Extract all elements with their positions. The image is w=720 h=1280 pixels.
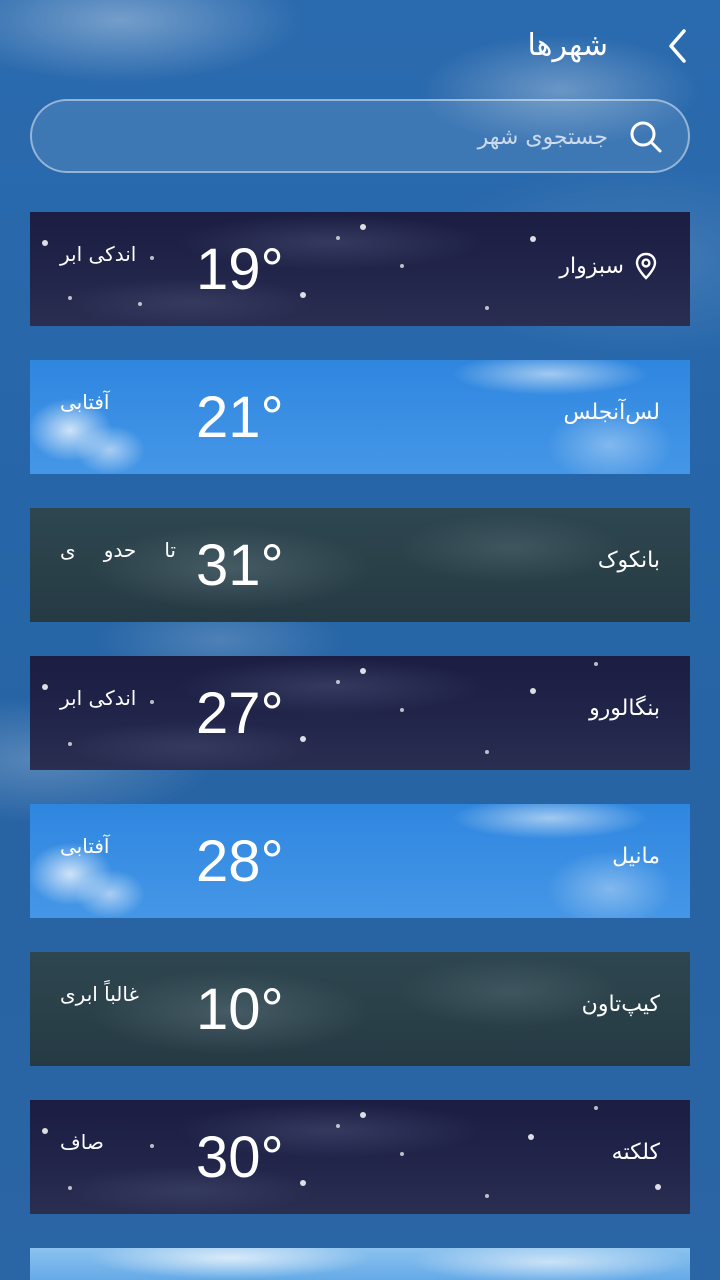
city-name-label: سبزوار [559, 253, 624, 279]
city-name: مانیل [612, 844, 660, 869]
city-name: کیپ‌تاون [582, 992, 660, 1017]
city-name: بنگالورو [589, 696, 660, 721]
card-background [30, 1100, 690, 1214]
condition-text: غالباً ابری [60, 982, 139, 1006]
temperature: 27° [196, 681, 284, 746]
condition-text: آفتابی [60, 390, 110, 414]
temperature: 28° [196, 829, 284, 894]
condition-text: آفتابی [60, 834, 110, 858]
city-name-label: بنگالورو [589, 696, 660, 721]
card-background [30, 804, 690, 918]
city-name: سبزوار [559, 252, 660, 280]
chevron-left-icon [669, 29, 686, 63]
city-name: کلکته [612, 1140, 660, 1165]
city-card[interactable]: کیپ‌تاون 10° غالباً ابری [30, 952, 690, 1066]
temperature: 30° [196, 1125, 284, 1190]
condition-text: تا حدو ی [60, 538, 176, 562]
temperature: 21° [196, 385, 284, 450]
header: شهرها [0, 0, 720, 96]
temperature: 19° [196, 237, 284, 302]
condition-text: اندکی ابر [60, 242, 137, 266]
city-name-label: لس‌آنجلس [563, 400, 660, 425]
temperature: 31° [196, 533, 284, 598]
card-background [30, 508, 690, 622]
city-card[interactable]: مانیل 28° آفتابی [30, 804, 690, 918]
city-name-label: کلکته [611, 1140, 660, 1165]
location-pin-icon [635, 252, 657, 280]
page-title: شهرها [527, 28, 608, 63]
city-card[interactable]: بنگالورو 27° اندکی ابر [30, 656, 690, 770]
city-card[interactable]: بانکوک 31° تا حدو ی [30, 508, 690, 622]
city-name: لس‌آنجلس [563, 400, 660, 425]
card-background [30, 1248, 690, 1280]
city-list: سبزوار 19° اندکی ابر لس‌آنجلس 21° آفتابی… [30, 212, 690, 1280]
condition-text: اندکی ابر [60, 686, 137, 710]
city-name-label: کیپ‌تاون [581, 992, 660, 1017]
condition-text: صاف [60, 1130, 104, 1154]
city-card[interactable]: سبزوار 19° اندکی ابر [30, 212, 690, 326]
back-button[interactable] [656, 24, 700, 68]
city-card[interactable]: لس‌آنجلس 21° آفتابی [30, 360, 690, 474]
search-input[interactable] [56, 101, 610, 173]
search-icon[interactable] [628, 119, 664, 155]
city-name-label: بانکوک [597, 548, 660, 573]
search-bar[interactable] [30, 99, 690, 173]
city-card[interactable] [30, 1248, 690, 1280]
temperature: 10° [196, 977, 284, 1042]
city-card[interactable]: کلکته 30° صاف [30, 1100, 690, 1214]
city-name-label: مانیل [612, 844, 660, 869]
city-name: بانکوک [598, 548, 660, 573]
